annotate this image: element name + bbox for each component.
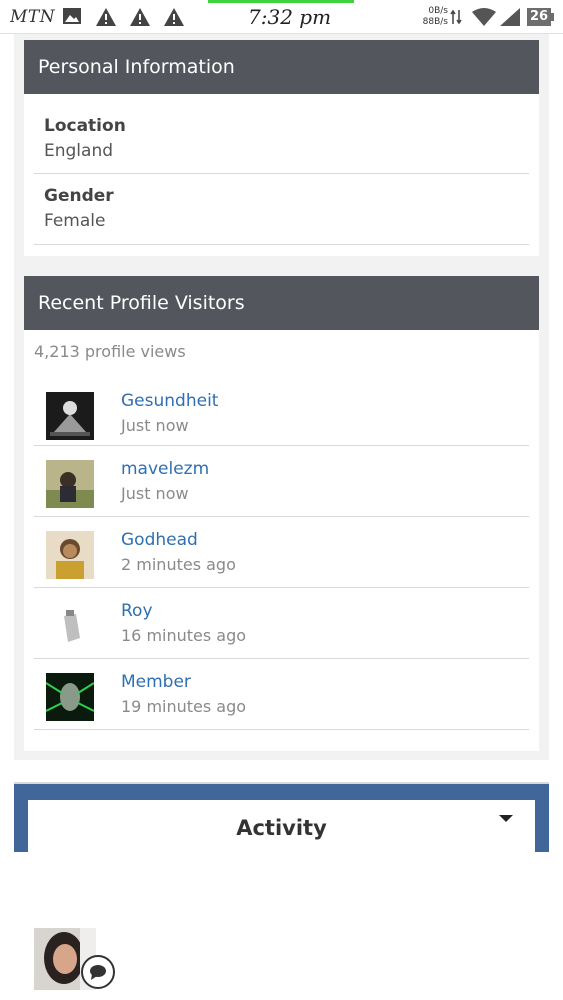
battery-icon: 26: [527, 8, 554, 26]
recent-visitors-card: Recent Profile Visitors 4,213 profile vi…: [24, 276, 539, 751]
visitor-item[interactable]: Godhead 2 minutes ago: [34, 517, 529, 588]
visitor-name[interactable]: Member: [121, 672, 191, 692]
activity-title: Activity: [236, 816, 327, 840]
visitor-name[interactable]: Gesundheit: [121, 391, 218, 411]
visit-time: 19 minutes ago: [121, 697, 247, 716]
page-load-progress: [208, 0, 354, 3]
visitor-name[interactable]: mavelezm: [121, 459, 209, 479]
personal-info-card: Personal Information Location England Ge…: [24, 40, 539, 256]
visitor-item[interactable]: Member 19 minutes ago: [34, 659, 529, 730]
visit-time: 2 minutes ago: [121, 555, 236, 574]
location-value: England: [44, 141, 114, 161]
visitor-item[interactable]: Roy 16 minutes ago: [34, 588, 529, 659]
visitor-list: Gesundheit Just now mavelezm Just now Go…: [34, 390, 529, 730]
warning-icon: [95, 7, 117, 31]
wifi-icon: [472, 8, 496, 30]
location-label: Location: [44, 116, 126, 136]
battery-level: 26: [529, 9, 549, 24]
gender-field: Gender Female: [34, 174, 529, 245]
visitor-name[interactable]: Godhead: [121, 530, 198, 550]
network-speed: 0B/s 88B/s: [418, 6, 448, 28]
visit-time: Just now: [121, 416, 189, 435]
visitor-item[interactable]: Gesundheit Just now: [34, 390, 529, 446]
chevron-down-icon[interactable]: [499, 815, 513, 822]
signal-icon: [500, 8, 520, 30]
profile-views-count: 4,213 profile views: [34, 342, 186, 361]
location-field: Location England: [34, 94, 529, 174]
avatar[interactable]: [46, 602, 94, 650]
gender-label: Gender: [44, 186, 114, 206]
visit-time: 16 minutes ago: [121, 626, 247, 645]
gender-value: Female: [44, 211, 106, 231]
avatar[interactable]: [46, 392, 94, 440]
clock: 7:32 pm: [248, 5, 332, 29]
activity-section: Activity: [14, 782, 549, 854]
avatar[interactable]: [46, 673, 94, 721]
recent-visitors-header: Recent Profile Visitors: [24, 276, 539, 330]
personal-info-header: Personal Information: [24, 40, 539, 94]
net-down-speed: 88B/s: [422, 17, 448, 27]
image-icon: [62, 7, 82, 29]
visitor-item[interactable]: mavelezm Just now: [34, 446, 529, 517]
visitor-name[interactable]: Roy: [121, 601, 153, 621]
visit-time: Just now: [121, 484, 189, 503]
carrier-name: MTN: [10, 7, 56, 27]
avatar[interactable]: [46, 460, 94, 508]
avatar[interactable]: [46, 531, 94, 579]
status-bar: MTN 7:32 pm 0B/s 88B/s 26: [0, 0, 563, 34]
comment-icon: [81, 955, 115, 989]
data-arrows-icon: [450, 9, 462, 29]
profile-page: MTN 7:32 pm 0B/s 88B/s 26 Personal Infor…: [0, 0, 563, 1000]
warning-icon: [163, 7, 185, 31]
warning-icon: [129, 7, 151, 31]
activity-dropdown[interactable]: Activity: [28, 800, 535, 854]
net-up-speed: 0B/s: [428, 6, 448, 16]
